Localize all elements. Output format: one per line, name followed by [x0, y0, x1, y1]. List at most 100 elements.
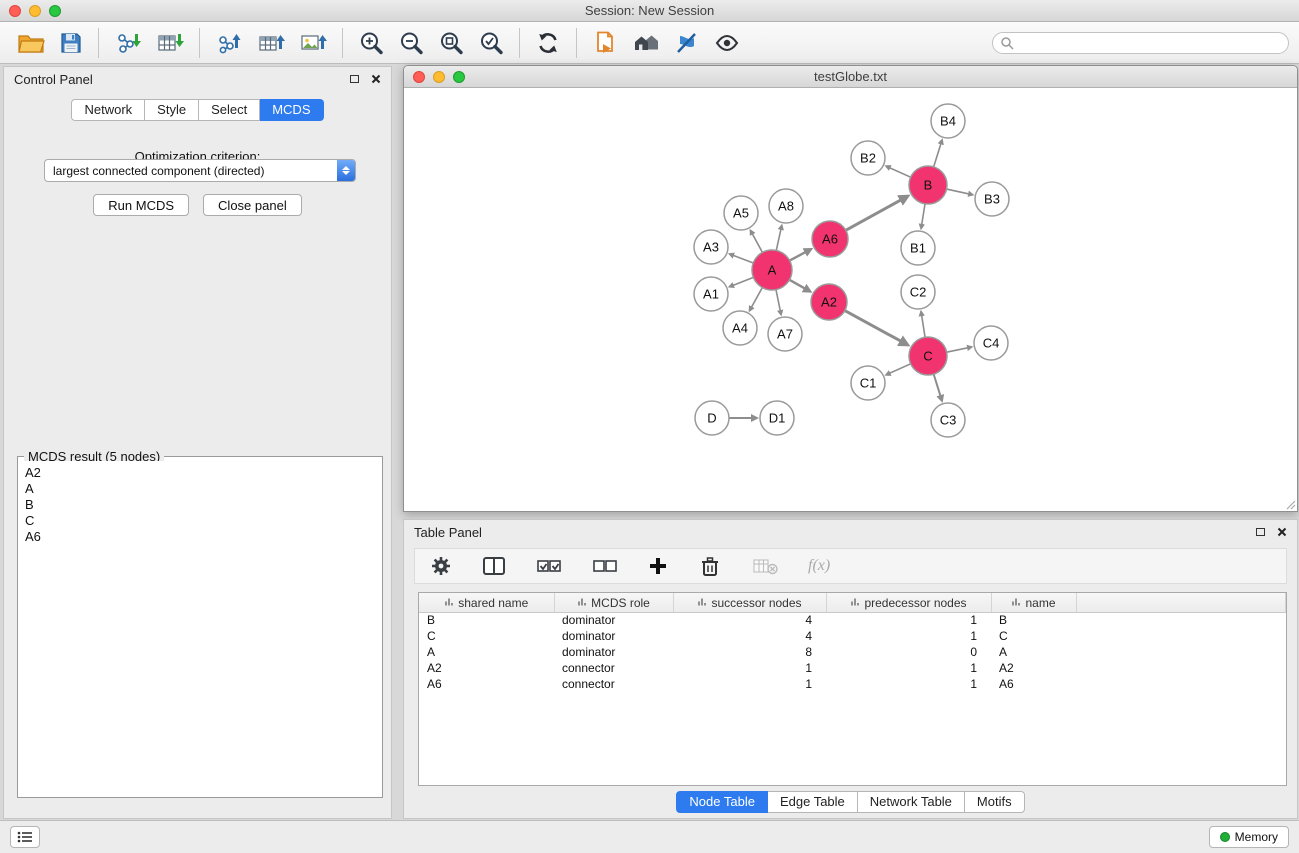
import-table-button[interactable]	[149, 29, 191, 57]
edge-A-A8[interactable]	[776, 225, 782, 250]
column-header-shared-name[interactable]: shared name	[419, 593, 554, 612]
column-header-predecessor-nodes[interactable]: predecessor nodes	[826, 593, 991, 612]
float-table-panel-icon[interactable]	[1256, 528, 1265, 536]
edge-A-A3[interactable]	[729, 254, 753, 263]
edge-B-B3[interactable]	[947, 189, 973, 195]
result-item[interactable]: A2	[25, 465, 375, 481]
minimize-window-button[interactable]	[29, 5, 41, 17]
search-input[interactable]	[992, 32, 1289, 54]
node-A[interactable]: A	[752, 250, 792, 290]
edge-C-C2[interactable]	[921, 311, 925, 337]
deselect-all-button[interactable]	[585, 554, 625, 578]
tab-edge-table[interactable]: Edge Table	[768, 791, 858, 813]
node-A8[interactable]: A8	[769, 189, 803, 223]
export-network-button[interactable]	[208, 29, 250, 57]
node-B3[interactable]: B3	[975, 182, 1009, 216]
edge-C-C4[interactable]	[947, 347, 972, 352]
delete-table-button[interactable]	[745, 554, 785, 578]
run-mcds-button[interactable]: Run MCDS	[93, 194, 189, 216]
edge-B-B1[interactable]	[921, 204, 925, 229]
node-A3[interactable]: A3	[694, 230, 728, 264]
table-row[interactable]: A2connector11A2	[419, 660, 1286, 676]
edge-A-A6[interactable]	[790, 249, 811, 260]
edge-A-A2[interactable]	[789, 280, 810, 292]
edge-C-C3[interactable]	[934, 374, 942, 401]
edge-A-A1[interactable]	[729, 277, 753, 287]
edge-C-C1[interactable]	[886, 364, 911, 375]
edge-A-A7[interactable]	[776, 290, 781, 315]
show-hide-button[interactable]	[707, 29, 747, 57]
result-item[interactable]: A6	[25, 529, 375, 545]
delete-column-button[interactable]	[691, 552, 729, 580]
node-A1[interactable]: A1	[694, 277, 728, 311]
export-table-button[interactable]	[250, 29, 292, 57]
table-row[interactable]: A6connector11A6	[419, 676, 1286, 692]
save-session-button[interactable]	[52, 29, 90, 57]
close-panel-icon[interactable]	[371, 74, 381, 84]
criterion-dropdown[interactable]: largest connected component (directed)	[44, 159, 356, 182]
node-B2[interactable]: B2	[851, 141, 885, 175]
tab-style[interactable]: Style	[145, 99, 199, 121]
node-B4[interactable]: B4	[931, 104, 965, 138]
result-item[interactable]: B	[25, 497, 375, 513]
zoom-in-button[interactable]	[351, 28, 391, 58]
close-network-window-button[interactable]	[413, 71, 425, 83]
network-canvas[interactable]: B4B2BB3A5A8A6A3AB1A1A2C2A4A7C4CC1DD1C3	[404, 88, 1297, 511]
clipboard-import-button[interactable]	[585, 28, 625, 58]
table-settings-button[interactable]	[423, 553, 459, 579]
refresh-layout-button[interactable]	[528, 28, 568, 58]
node-A5[interactable]: A5	[724, 196, 758, 230]
tab-select[interactable]: Select	[199, 99, 260, 121]
table-row[interactable]: Cdominator41C	[419, 628, 1286, 644]
close-window-button[interactable]	[9, 5, 21, 17]
node-A4[interactable]: A4	[723, 311, 757, 345]
close-panel-button[interactable]: Close panel	[203, 194, 302, 216]
add-column-button[interactable]	[641, 554, 675, 578]
node-C1[interactable]: C1	[851, 366, 885, 400]
edge-A-A5[interactable]	[750, 230, 762, 252]
edge-A-A4[interactable]	[749, 288, 762, 311]
edge-B-B2[interactable]	[886, 166, 911, 177]
tab-network-table[interactable]: Network Table	[858, 791, 965, 813]
node-table-container[interactable]: shared nameMCDS rolesuccessor nodesprede…	[418, 592, 1287, 786]
zoom-selected-button[interactable]	[471, 28, 511, 58]
node-D1[interactable]: D1	[760, 401, 794, 435]
close-table-panel-icon[interactable]	[1277, 527, 1287, 537]
edge-A6-B[interactable]	[846, 196, 908, 230]
column-header-mcds-role[interactable]: MCDS role	[554, 593, 673, 612]
export-image-button[interactable]	[292, 29, 334, 57]
result-item[interactable]: A	[25, 481, 375, 497]
node-A6[interactable]: A6	[812, 221, 848, 257]
result-item[interactable]: C	[25, 513, 375, 529]
zoom-network-window-button[interactable]	[453, 71, 465, 83]
float-panel-icon[interactable]	[350, 75, 359, 83]
tab-network[interactable]: Network	[71, 99, 145, 121]
show-panels-button[interactable]	[10, 826, 40, 848]
function-builder-button[interactable]: f(x)	[801, 555, 837, 577]
node-C4[interactable]: C4	[974, 326, 1008, 360]
graphics-details-button[interactable]	[667, 29, 707, 57]
zoom-fit-button[interactable]	[431, 28, 471, 58]
tab-motifs[interactable]: Motifs	[965, 791, 1025, 813]
tab-node-table[interactable]: Node Table	[676, 791, 768, 813]
table-row[interactable]: Bdominator41B	[419, 612, 1286, 628]
column-header-successor-nodes[interactable]: successor nodes	[673, 593, 826, 612]
node-B[interactable]: B	[909, 166, 947, 204]
node-C3[interactable]: C3	[931, 403, 965, 437]
table-row[interactable]: Adominator80A	[419, 644, 1286, 660]
node-A7[interactable]: A7	[768, 317, 802, 351]
import-network-button[interactable]	[107, 29, 149, 57]
tab-mcds[interactable]: MCDS	[260, 99, 323, 121]
neighborhood-button[interactable]	[625, 29, 667, 57]
select-all-button[interactable]	[529, 554, 569, 578]
memory-button[interactable]: Memory	[1209, 826, 1289, 848]
node-D[interactable]: D	[695, 401, 729, 435]
zoom-out-button[interactable]	[391, 28, 431, 58]
node-A2[interactable]: A2	[811, 284, 847, 320]
resize-corner-icon[interactable]	[1284, 498, 1296, 510]
edge-A2-C[interactable]	[845, 311, 908, 345]
zoom-window-button[interactable]	[49, 5, 61, 17]
column-header-name[interactable]: name	[991, 593, 1076, 612]
node-C2[interactable]: C2	[901, 275, 935, 309]
open-session-button[interactable]	[10, 29, 52, 57]
